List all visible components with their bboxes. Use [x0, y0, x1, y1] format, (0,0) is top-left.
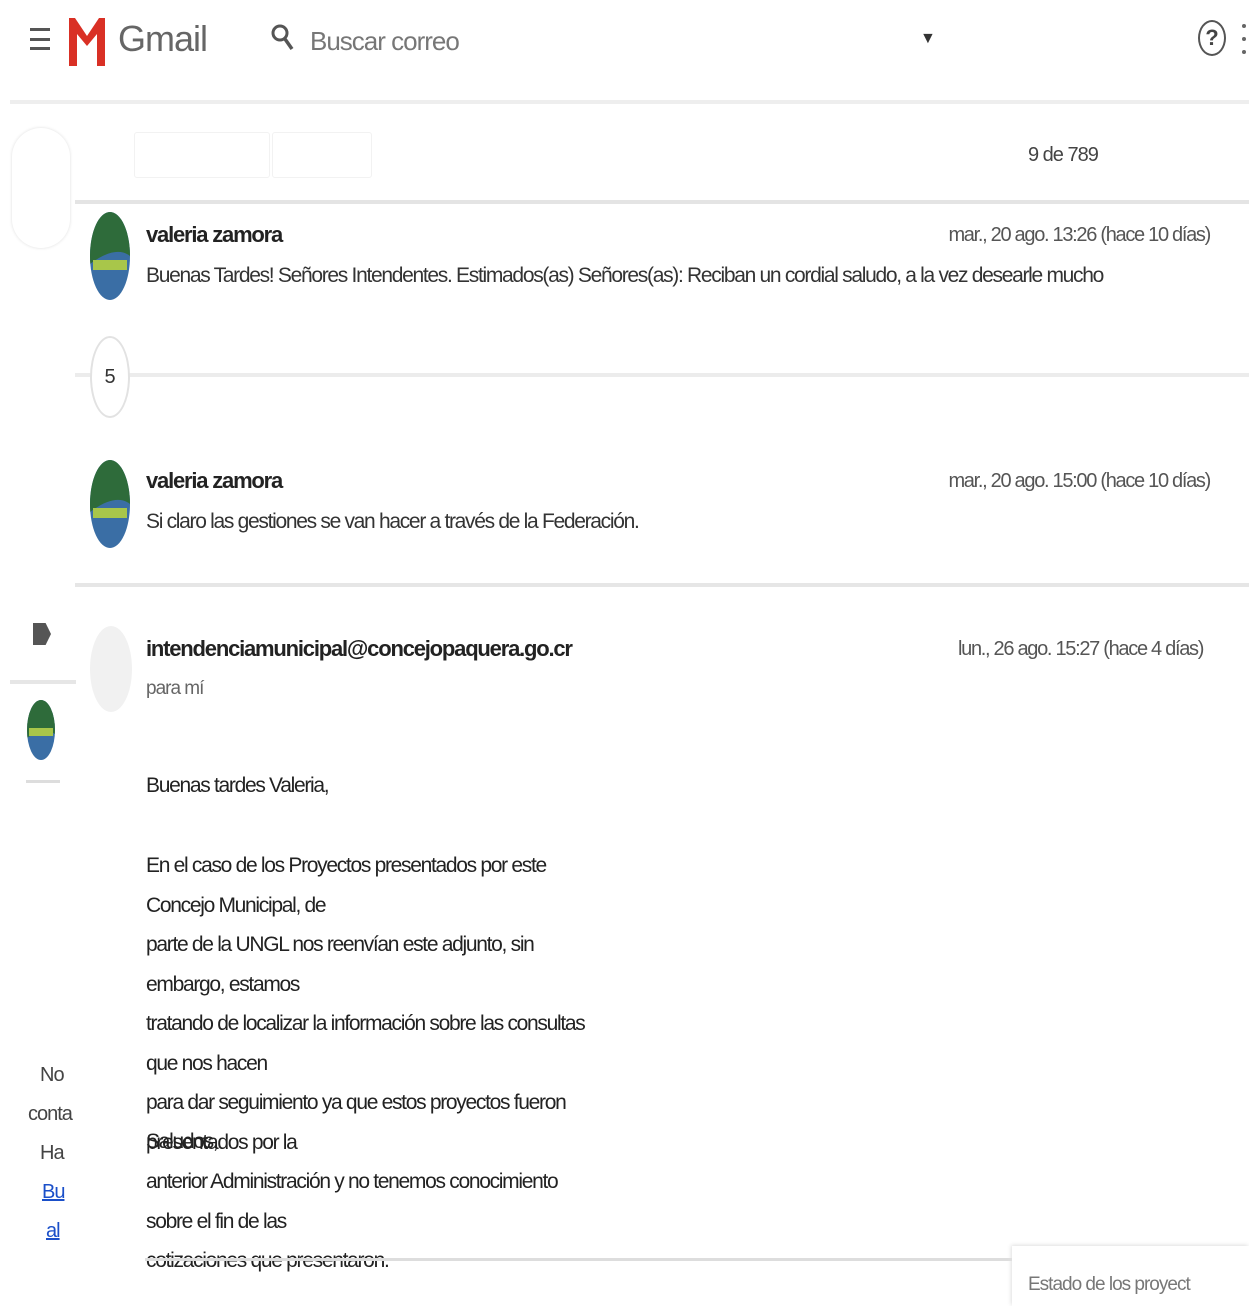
side-note-link[interactable]: Bu: [28, 1173, 68, 1212]
message-sender[interactable]: valeria zamora: [146, 222, 283, 248]
collapsed-messages-line: [75, 373, 1249, 377]
attachment-title[interactable]: Estado de los proyect: [1028, 1274, 1191, 1296]
gmail-logo-icon[interactable]: [66, 10, 108, 68]
pager-count: 9 de 789: [1028, 144, 1099, 166]
search-input[interactable]: [308, 24, 912, 58]
side-note: No conta Ha Bu al: [28, 1056, 73, 1251]
toolbar-button[interactable]: [272, 132, 372, 178]
side-note-line: conta: [28, 1103, 73, 1125]
help-icon[interactable]: ?: [1198, 20, 1226, 56]
message-date: mar., 20 ago. 13:26 (hace 10 días): [948, 224, 1211, 246]
message-sender[interactable]: valeria zamora: [146, 468, 283, 494]
toolbar-button[interactable]: [134, 132, 270, 178]
header-divider: [10, 100, 1249, 104]
side-note-link[interactable]: al: [28, 1212, 68, 1251]
rail-contact-avatar[interactable]: [27, 700, 55, 760]
message-snippet[interactable]: Si claro las gestiones se van hacer a tr…: [146, 510, 640, 534]
message-end-divider: [145, 1258, 1015, 1261]
message-snippet[interactable]: Buenas Tardes! Señores Intendentes. Esti…: [146, 264, 1106, 288]
compose-button[interactable]: [12, 128, 70, 248]
label-icon[interactable]: [33, 623, 51, 645]
body-line: tratando de localizar la información sob…: [146, 1012, 586, 1075]
message-greeting: Buenas tardes Valeria,: [146, 774, 330, 797]
body-line: En el caso de los Proyectos presentados …: [146, 854, 547, 917]
rail-divider: [26, 780, 60, 783]
body-line: parte de la UNGL nos reenvían este adjun…: [146, 933, 535, 996]
message-body: En el caso de los Proyectos presentados …: [146, 846, 586, 1281]
search-icon[interactable]: [270, 22, 294, 52]
sender-avatar[interactable]: [90, 460, 130, 548]
message-recipient[interactable]: para mí: [146, 678, 204, 700]
toolbar-divider: [75, 200, 1249, 204]
side-note-line: Ha: [40, 1142, 65, 1164]
default-avatar-icon[interactable]: [90, 626, 132, 712]
collapsed-messages-count[interactable]: 5: [90, 336, 130, 418]
sender-avatar[interactable]: [90, 212, 130, 300]
message-date: mar., 20 ago. 15:00 (hace 10 días): [948, 470, 1211, 492]
message-closing: Saludos,: [146, 1130, 219, 1153]
menu-icon[interactable]: [30, 28, 50, 50]
message-divider: [75, 583, 1249, 587]
gmail-wordmark[interactable]: Gmail: [118, 18, 208, 60]
body-line: anterior Administración y no tenemos con…: [146, 1170, 559, 1233]
side-note-line: No: [40, 1064, 65, 1086]
more-vert-icon[interactable]: [1242, 24, 1248, 54]
search-options-caret-icon[interactable]: ▼: [920, 30, 936, 48]
message-date: lun., 26 ago. 15:27 (hace 4 días): [958, 638, 1204, 660]
rail-divider: [10, 680, 76, 684]
message-sender[interactable]: intendenciamunicipal@concejopaquera.go.c…: [146, 636, 573, 662]
